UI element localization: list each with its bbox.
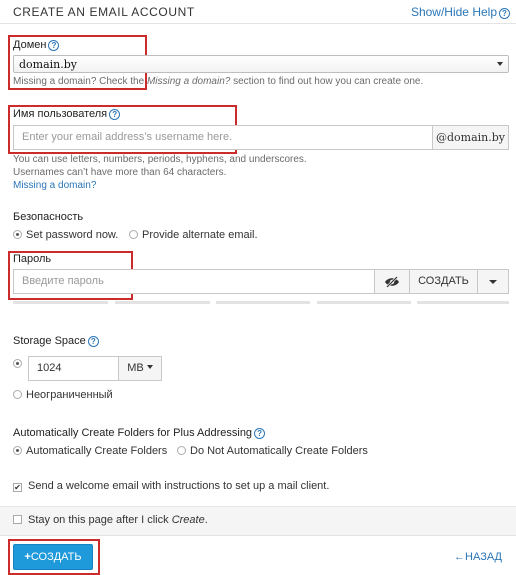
- password-strength-bar-3: [216, 301, 310, 304]
- stay-on-page-option[interactable]: Stay on this page after I click Create.: [13, 514, 208, 526]
- domain-select-value: domain.by: [19, 58, 78, 71]
- create-button-label: СОЗДАТЬ: [30, 551, 82, 563]
- password-strength-bar-2: [115, 301, 210, 304]
- domain-hint-prefix: Missing a domain? Check the: [13, 76, 147, 87]
- question-circle-icon[interactable]: ?: [254, 428, 266, 439]
- question-circle-icon[interactable]: ?: [109, 109, 121, 120]
- storage-quota-value: 1024: [37, 362, 62, 374]
- password-label: Пароль: [13, 253, 52, 265]
- domain-select[interactable]: domain.by: [13, 55, 509, 73]
- toggle-password-visibility[interactable]: [374, 269, 410, 294]
- radio-storage-custom[interactable]: [13, 359, 22, 368]
- domain-hint: Missing a domain? Check the Missing a do…: [13, 75, 423, 88]
- domain-label: Домен?: [13, 39, 60, 51]
- arrow-left-icon: ←: [454, 551, 466, 563]
- username-hint-1: You can use letters, numbers, periods, h…: [13, 154, 307, 165]
- security-option-set[interactable]: Set password now.: [13, 229, 118, 241]
- plus-option-none-label: Do Not Automatically Create Folders: [190, 445, 368, 457]
- password-strength-bar-1: [13, 301, 108, 304]
- password-strength-bar-5: [417, 301, 509, 304]
- radio-alternate-email[interactable]: [129, 230, 138, 239]
- security-option-alternate[interactable]: Provide alternate email.: [129, 229, 258, 241]
- username-label-text: Имя пользователя: [13, 108, 108, 120]
- stay-label-em: Create: [171, 514, 205, 526]
- storage-unit-dropdown[interactable]: MB: [118, 356, 162, 381]
- password-input[interactable]: Введите пароль: [13, 269, 375, 294]
- storage-unlimited-label: Неограниченный: [26, 389, 113, 401]
- username-input[interactable]: Enter your email address’s username here…: [13, 125, 433, 150]
- username-hint-2: Usernames can’t have more than 64 charac…: [13, 167, 227, 178]
- password-placeholder: Введите пароль: [22, 275, 104, 287]
- question-circle-icon[interactable]: ?: [48, 40, 60, 51]
- eye-slash-icon: [385, 276, 399, 288]
- storage-quota-input[interactable]: 1024: [28, 356, 119, 381]
- back-link-label: НАЗАД: [465, 551, 502, 563]
- username-hint: You can use letters, numbers, periods, h…: [13, 153, 307, 192]
- chevron-down-icon: [497, 62, 503, 66]
- radio-set-password[interactable]: [13, 230, 22, 239]
- plus-option-none[interactable]: Do Not Automatically Create Folders: [177, 445, 368, 457]
- domain-hint-em: Missing a domain?: [146, 76, 231, 87]
- caret-down-icon: [489, 280, 497, 284]
- stay-on-page-checkbox[interactable]: [13, 515, 22, 524]
- radio-storage-unlimited[interactable]: [13, 390, 22, 399]
- question-circle-icon[interactable]: ?: [87, 336, 99, 347]
- welcome-email-option[interactable]: ✔ Send a welcome email with instructions …: [13, 480, 329, 492]
- stay-label-prefix: Stay on this page after I click: [28, 514, 172, 526]
- page-header: CREATE AN EMAIL ACCOUNT Show/Hide Help?: [0, 0, 516, 24]
- password-options-dropdown[interactable]: [477, 269, 509, 294]
- security-label: Безопасность: [13, 211, 84, 223]
- radio-plus-none[interactable]: [177, 446, 186, 455]
- welcome-email-checkbox[interactable]: ✔: [13, 483, 22, 492]
- domain-label-text: Домен: [13, 39, 47, 51]
- plus-option-auto[interactable]: Automatically Create Folders: [13, 445, 167, 457]
- security-option-set-label: Set password now.: [26, 229, 119, 241]
- welcome-email-label: Send a welcome email with instructions t…: [28, 480, 330, 492]
- generate-password-button[interactable]: СОЗДАТЬ: [409, 269, 478, 294]
- stay-label-suffix: .: [204, 514, 208, 526]
- back-link[interactable]: ←НАЗАД: [454, 551, 502, 563]
- domain-hint-suffix: section to find out how you can create o…: [230, 76, 424, 87]
- plus-option-auto-label: Automatically Create Folders: [26, 445, 168, 457]
- security-option-alternate-label: Provide alternate email.: [142, 229, 258, 241]
- caret-down-icon: [146, 365, 153, 369]
- question-circle-icon: ?: [499, 8, 510, 19]
- storage-unit-label: MB: [127, 362, 144, 374]
- storage-option-unlimited[interactable]: Неограниченный: [13, 389, 113, 401]
- help-link-label: Show/Hide Help: [410, 5, 497, 19]
- footer-divider: [0, 535, 516, 536]
- radio-plus-auto[interactable]: [13, 446, 22, 455]
- show-hide-help-link[interactable]: Show/Hide Help?: [411, 5, 510, 19]
- password-strength-bar-4: [317, 301, 411, 304]
- storage-option-custom[interactable]: [13, 358, 26, 370]
- username-domain-suffix: @domain.by: [432, 125, 509, 150]
- create-button[interactable]: +СОЗДАТЬ: [13, 544, 93, 570]
- storage-label: Storage Space?: [13, 335, 99, 347]
- username-placeholder: Enter your email address’s username here…: [22, 131, 233, 143]
- storage-label-text: Storage Space: [13, 335, 86, 347]
- plus-addressing-label: Automatically Create Folders for Plus Ad…: [13, 427, 266, 439]
- username-label: Имя пользователя?: [13, 108, 121, 120]
- page-title: CREATE AN EMAIL ACCOUNT: [13, 5, 195, 19]
- plus-addressing-label-text: Automatically Create Folders for Plus Ad…: [13, 427, 253, 439]
- missing-domain-link[interactable]: Missing a domain?: [13, 179, 307, 192]
